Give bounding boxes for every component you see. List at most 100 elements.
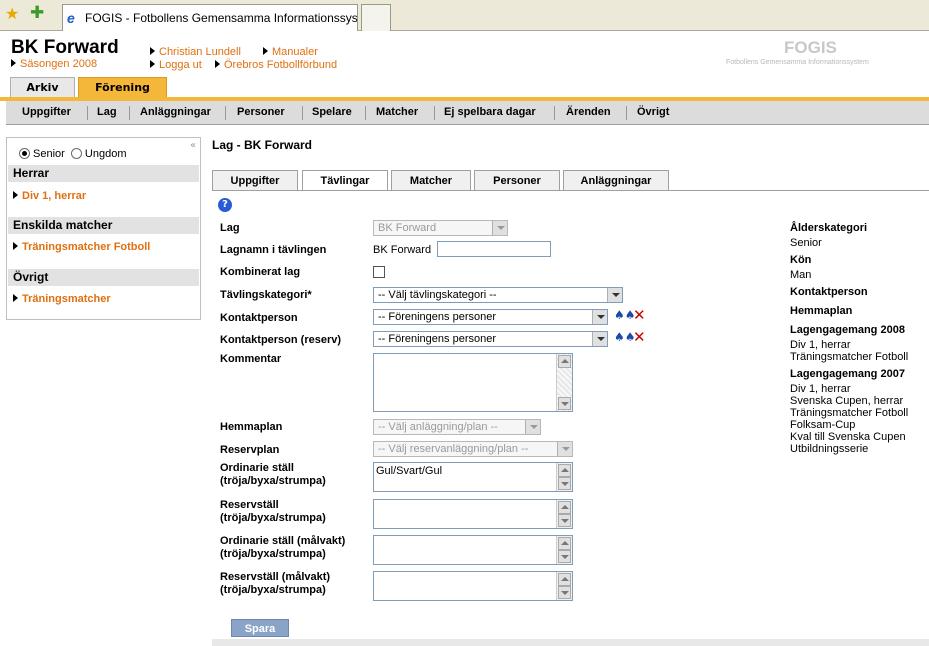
page-title: Lag - BK Forward [212, 138, 313, 152]
add-favorite-icon[interactable]: ✚ [30, 5, 44, 22]
arrow-icon [13, 242, 18, 250]
info-eng2008-item: Div 1, herrar [790, 339, 851, 351]
chevron-down-icon [607, 288, 622, 302]
reservstall-textarea[interactable] [373, 499, 573, 529]
sidebar-item-traningsmatcher-fotboll[interactable]: Träningsmatcher Fotboll [13, 241, 150, 253]
menu-ovrigt[interactable]: Övrigt [637, 101, 669, 125]
sidebar-section-ovrigt: Övrigt [8, 269, 199, 286]
delete-icon[interactable]: ✕ [633, 308, 646, 323]
menu-uppgifter[interactable]: Uppgifter [22, 101, 71, 125]
delete-icon[interactable]: ✕ [633, 330, 646, 345]
user-link[interactable]: Christian Lundell [150, 46, 241, 58]
scroll-up-icon[interactable] [558, 573, 571, 586]
info-eng2008-item: Träningsmatcher Fotboll [790, 351, 909, 363]
scroll-up-icon[interactable] [558, 501, 571, 514]
info-eng2007-item: Utbildningsserie [790, 443, 869, 455]
kombinerat-checkbox[interactable] [373, 266, 385, 278]
menu-anlaggningar[interactable]: Anläggningar [140, 101, 211, 125]
tab-arkiv[interactable]: Arkiv [10, 77, 75, 98]
browser-tab[interactable]: e FOGIS - Fotbollens Gemensamma Informat… [62, 4, 358, 31]
label-lag: Lag [220, 222, 240, 234]
scrollbar[interactable] [556, 500, 572, 528]
label-hemmaplan: Hemmaplan [220, 421, 283, 433]
info-alder-value: Senior [790, 237, 822, 249]
arrow-icon [150, 60, 155, 68]
menu-separator [434, 106, 435, 120]
tab-anlaggningar[interactable]: Anläggningar [563, 170, 669, 191]
arrow-icon [215, 60, 220, 68]
reserv-malvakt-textarea[interactable] [373, 571, 573, 601]
favorites-star-icon[interactable]: ★ [5, 6, 19, 22]
scrollbar[interactable] [556, 572, 572, 600]
tab-tavlingar[interactable]: Tävlingar [302, 170, 388, 192]
kontaktperson-reserv-select[interactable]: -- Föreningens personer [373, 331, 608, 347]
scroll-down-icon[interactable] [558, 477, 571, 490]
menu-matcher[interactable]: Matcher [376, 101, 418, 125]
federation-link[interactable]: Örebros Fotbollförbund [215, 59, 337, 71]
logout-link[interactable]: Logga ut [150, 59, 202, 71]
ordinarie-malvakt-textarea[interactable] [373, 535, 573, 565]
tab-matcher[interactable]: Matcher [391, 170, 471, 191]
lagnamn-input[interactable] [437, 241, 551, 257]
reservplan-select: -- Välj reservanläggning/plan -- [373, 441, 573, 457]
manuals-link[interactable]: Manualer [263, 46, 318, 58]
info-eng2007-item: Div 1, herrar [790, 383, 851, 395]
sidebar-item-traningsmatcher[interactable]: Träningsmatcher [13, 293, 111, 305]
menu-separator [225, 106, 226, 120]
menu-separator [129, 106, 130, 120]
ordinarie-stall-textarea[interactable]: Gul/Svart/Gul [373, 462, 573, 492]
tavlingskategori-select[interactable]: -- Välj tävlingskategori -- [373, 287, 623, 303]
scroll-down-icon[interactable] [558, 397, 571, 410]
scrollbar[interactable] [556, 354, 572, 411]
radio-senior-label: Senior [33, 148, 65, 160]
kommentar-textarea[interactable] [373, 353, 573, 412]
season-link[interactable]: Säsongen 2008 [11, 58, 97, 70]
menu-ej-spelbara-dagar[interactable]: Ej spelbara dagar [444, 101, 536, 125]
ordinarie-stall-value: Gul/Svart/Gul [376, 465, 443, 477]
lag-select: BK Forward [373, 220, 508, 236]
radio-ungdom[interactable] [70, 148, 82, 159]
new-tab-button[interactable] [361, 4, 391, 31]
lagnamn-value: BK Forward [373, 244, 432, 256]
info-eng2007-item: Folksam-Cup [790, 419, 856, 431]
arrow-icon [150, 47, 155, 55]
radio-senior[interactable] [19, 148, 30, 159]
menu-separator [365, 106, 366, 120]
menu-lag[interactable]: Lag [97, 101, 117, 125]
scroll-down-icon[interactable] [558, 550, 571, 563]
scroll-up-icon[interactable] [558, 464, 571, 477]
scrollbar[interactable] [556, 463, 572, 491]
scroll-up-icon[interactable] [558, 537, 571, 550]
label-reservplan: Reservplan [220, 444, 280, 456]
sidebar-section-enskilda: Enskilda matcher [8, 217, 199, 234]
tab-personer[interactable]: Personer [474, 170, 560, 191]
chevron-down-icon [592, 332, 607, 346]
sidebar-item-div1[interactable]: Div 1, herrar [13, 190, 86, 202]
menu-personer[interactable]: Personer [237, 101, 285, 125]
menu-spelare[interactable]: Spelare [312, 101, 352, 125]
scroll-up-icon[interactable] [558, 355, 571, 368]
kontaktperson-select[interactable]: -- Föreningens personer [373, 309, 608, 325]
scroll-down-icon[interactable] [558, 586, 571, 599]
arrow-icon [13, 294, 18, 302]
scroll-down-icon[interactable] [558, 514, 571, 527]
category-radios: Senior Ungdom [19, 148, 127, 160]
main-menu: Uppgifter Lag Anläggningar Personer Spel… [6, 101, 929, 125]
fogis-subtitle: Fotbollens Gemensamma Informationssystem [726, 59, 869, 66]
info-kontakt-label: Kontaktperson [790, 286, 868, 298]
label-kontaktperson: Kontaktperson [220, 312, 298, 324]
menu-arenden[interactable]: Ärenden [566, 101, 611, 125]
help-icon[interactable]: ? [218, 198, 232, 212]
label-kommentar: Kommentar [220, 353, 282, 365]
form-footer-bar [212, 639, 929, 646]
tab-uppgifter[interactable]: Uppgifter [212, 170, 298, 191]
info-kon-value: Man [790, 269, 812, 281]
label-ordinarie-stall: Ordinarie ställ (tröja/byxa/strumpa) [220, 462, 326, 487]
scrollbar[interactable] [556, 536, 572, 564]
ie-icon: e [67, 10, 75, 26]
label-lagnamn: Lagnamn i tävlingen [220, 244, 327, 256]
tab-forening[interactable]: Förening [78, 77, 167, 98]
collapse-icon[interactable]: « [190, 140, 196, 151]
save-button[interactable]: Spara [231, 619, 289, 637]
info-eng2007-label: Lagengagemang 2007 [790, 368, 905, 380]
